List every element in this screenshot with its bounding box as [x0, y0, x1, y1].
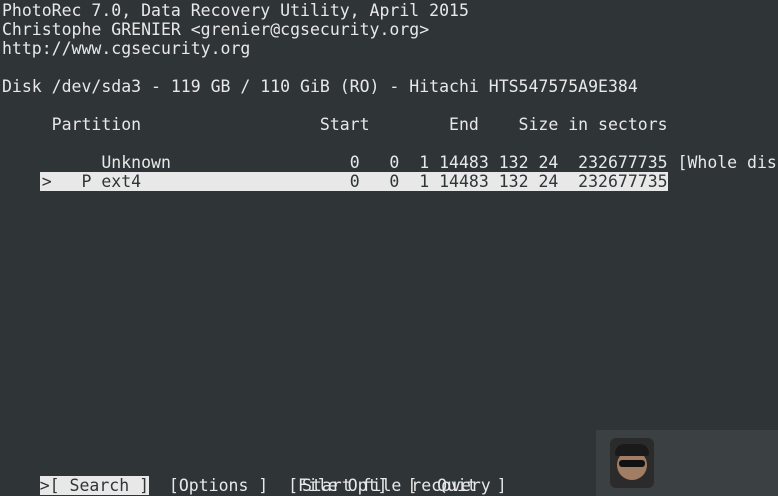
partition-table-header: Partition Start End Size in sectors — [2, 115, 668, 134]
disk-info: Disk /dev/sda3 - 119 GB / 110 GiB (RO) -… — [2, 77, 638, 96]
app-title: PhotoRec 7.0, Data Recovery Utility, Apr… — [2, 1, 469, 20]
search-button[interactable]: >[ Search ] — [39, 476, 150, 496]
partition-row-ext4[interactable]: > P ext4 0 0 1 14483 132 24 232677735 — [0, 153, 668, 192]
options-button[interactable]: [Options ] — [169, 476, 268, 495]
website-link: http://www.cgsecurity.org — [2, 39, 251, 58]
terminal-window: PhotoRec 7.0, Data Recovery Utility, Apr… — [0, 0, 778, 496]
menu-hint: Start file recovery — [302, 476, 491, 495]
watermark — [596, 430, 778, 496]
author-line: Christophe GRENIER <grenier@cgsecurity.o… — [2, 20, 430, 39]
sunglasses-avatar-icon — [610, 438, 654, 488]
action-menu: >[ Search ] [Options ] [File Opt] [ Quit… — [0, 457, 507, 496]
partition-row-text: > P ext4 0 0 1 14483 132 24 232677735 — [39, 172, 668, 192]
partition-row-unknown[interactable]: Unknown 0 0 1 14483 132 24 232677735 [Wh… — [2, 134, 778, 172]
